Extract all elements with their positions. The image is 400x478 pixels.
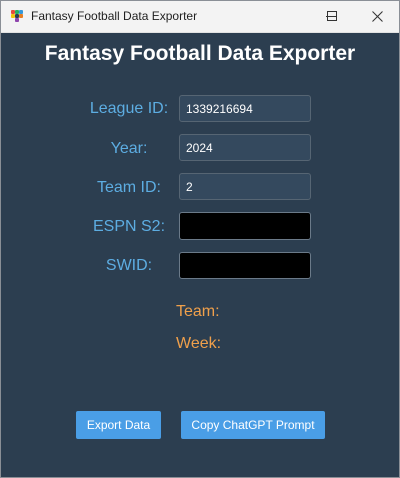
export-data-button[interactable]: Export Data — [76, 411, 161, 439]
close-button[interactable] — [355, 1, 399, 32]
page-title: Fantasy Football Data Exporter — [44, 42, 356, 65]
maximize-icon — [327, 11, 337, 21]
team-info-label: Team: — [176, 303, 220, 320]
year-input[interactable] — [179, 134, 311, 161]
espn-s2-input[interactable] — [179, 212, 311, 240]
window-title: Fantasy Football Data Exporter — [31, 9, 198, 23]
maximize-button[interactable] — [311, 1, 355, 32]
close-icon — [372, 11, 383, 22]
team-id-input[interactable] — [179, 173, 311, 200]
app-window: Fantasy Football Data Exporter Fantasy F… — [0, 0, 400, 478]
title-bar[interactable]: Fantasy Football Data Exporter — [1, 1, 399, 33]
app-grid-icon — [11, 10, 23, 22]
copy-chatgpt-prompt-button[interactable]: Copy ChatGPT Prompt — [181, 411, 325, 439]
swid-input[interactable] — [179, 252, 311, 279]
week-info-label: Week: — [176, 335, 222, 352]
league-id-input[interactable] — [179, 95, 311, 122]
